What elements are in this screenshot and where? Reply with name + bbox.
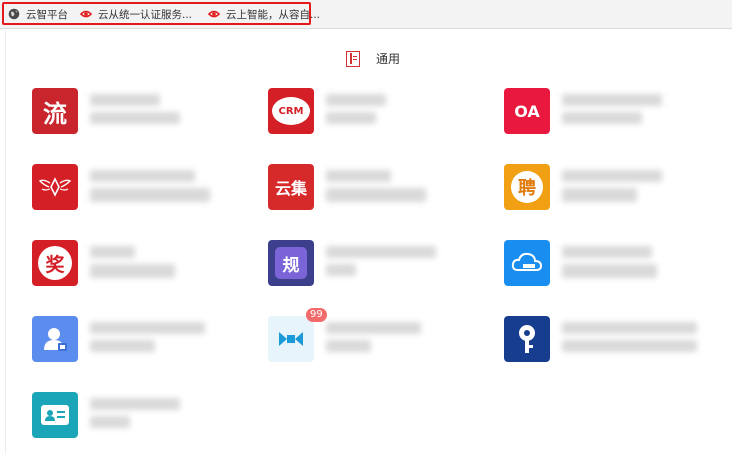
app-name-blurred xyxy=(562,244,722,284)
bookmark-yunzhi-platform[interactable]: 云智平台 xyxy=(8,6,68,22)
app-name-blurred xyxy=(90,320,250,360)
app-tile-m-logo[interactable]: 99 xyxy=(268,308,488,368)
id-card-app-icon xyxy=(32,392,78,438)
rules-app-icon: 规 xyxy=(268,240,314,286)
section-header: 通用 xyxy=(346,50,400,67)
bookmark-yunshang-intelligence[interactable]: 云上智能，从容自... xyxy=(207,6,321,22)
app-name-blurred xyxy=(326,320,486,360)
app-name-blurred xyxy=(562,92,722,132)
app-name-blurred xyxy=(90,396,250,436)
section-title: 通用 xyxy=(376,52,401,66)
app-tile-crm[interactable]: CRM xyxy=(268,88,488,140)
m-logo-app-icon xyxy=(268,316,314,362)
yunji-app-icon: 云集 xyxy=(268,164,314,210)
oa-app-icon: OA xyxy=(504,88,550,134)
app-name-blurred xyxy=(326,244,486,284)
app-name-blurred xyxy=(562,168,722,208)
app-tile-yunji[interactable]: 云集 xyxy=(268,164,488,216)
app-tile-award[interactable]: 奖 xyxy=(32,240,252,292)
app-tile-key[interactable] xyxy=(504,316,724,368)
app-name-blurred xyxy=(326,168,486,208)
eye-logo-icon xyxy=(207,8,221,20)
app-tile-id-card[interactable] xyxy=(32,392,252,444)
key-app-icon xyxy=(504,316,550,362)
app-tile-rules[interactable]: 规 xyxy=(268,240,488,292)
app-name-blurred xyxy=(90,92,250,132)
document-icon xyxy=(346,50,360,67)
notification-badge: 99 xyxy=(306,308,327,322)
bookmarks-bar: 云智平台 云从统一认证服务... 云上智能，从容自... xyxy=(0,0,732,29)
app-tile-recruit[interactable]: 聘 xyxy=(504,164,724,216)
bookmark-yuncong-auth[interactable]: 云从统一认证服务... xyxy=(79,6,193,22)
app-launcher-panel: 通用 流 CRM OA 云集 聘 奖 规 99 xyxy=(6,30,732,454)
eye-logo-icon xyxy=(79,8,93,20)
cloud-upload-app-icon xyxy=(504,240,550,286)
app-tile-user-lock[interactable] xyxy=(32,316,252,368)
user-lock-app-icon xyxy=(32,316,78,362)
crm-app-icon: CRM xyxy=(268,88,314,134)
bookmark-label: 云从统一认证服务... xyxy=(98,8,193,21)
award-app-icon: 奖 xyxy=(32,240,78,286)
app-name-blurred xyxy=(326,92,486,132)
app-name-blurred xyxy=(562,320,722,360)
bookmark-label: 云智平台 xyxy=(26,8,68,21)
app-tile-emblem[interactable] xyxy=(32,164,252,216)
app-name-blurred xyxy=(90,168,250,208)
app-tile-workflow[interactable]: 流 xyxy=(32,88,252,140)
app-tile-oa[interactable]: OA xyxy=(504,88,724,140)
app-name-blurred xyxy=(90,244,250,284)
recruit-app-icon: 聘 xyxy=(504,164,550,210)
workflow-app-icon: 流 xyxy=(32,88,78,134)
globe-icon xyxy=(8,8,20,20)
bookmark-label: 云上智能，从容自... xyxy=(226,8,321,21)
app-tile-cloud[interactable] xyxy=(504,240,724,292)
wings-emblem-app-icon xyxy=(32,164,78,210)
